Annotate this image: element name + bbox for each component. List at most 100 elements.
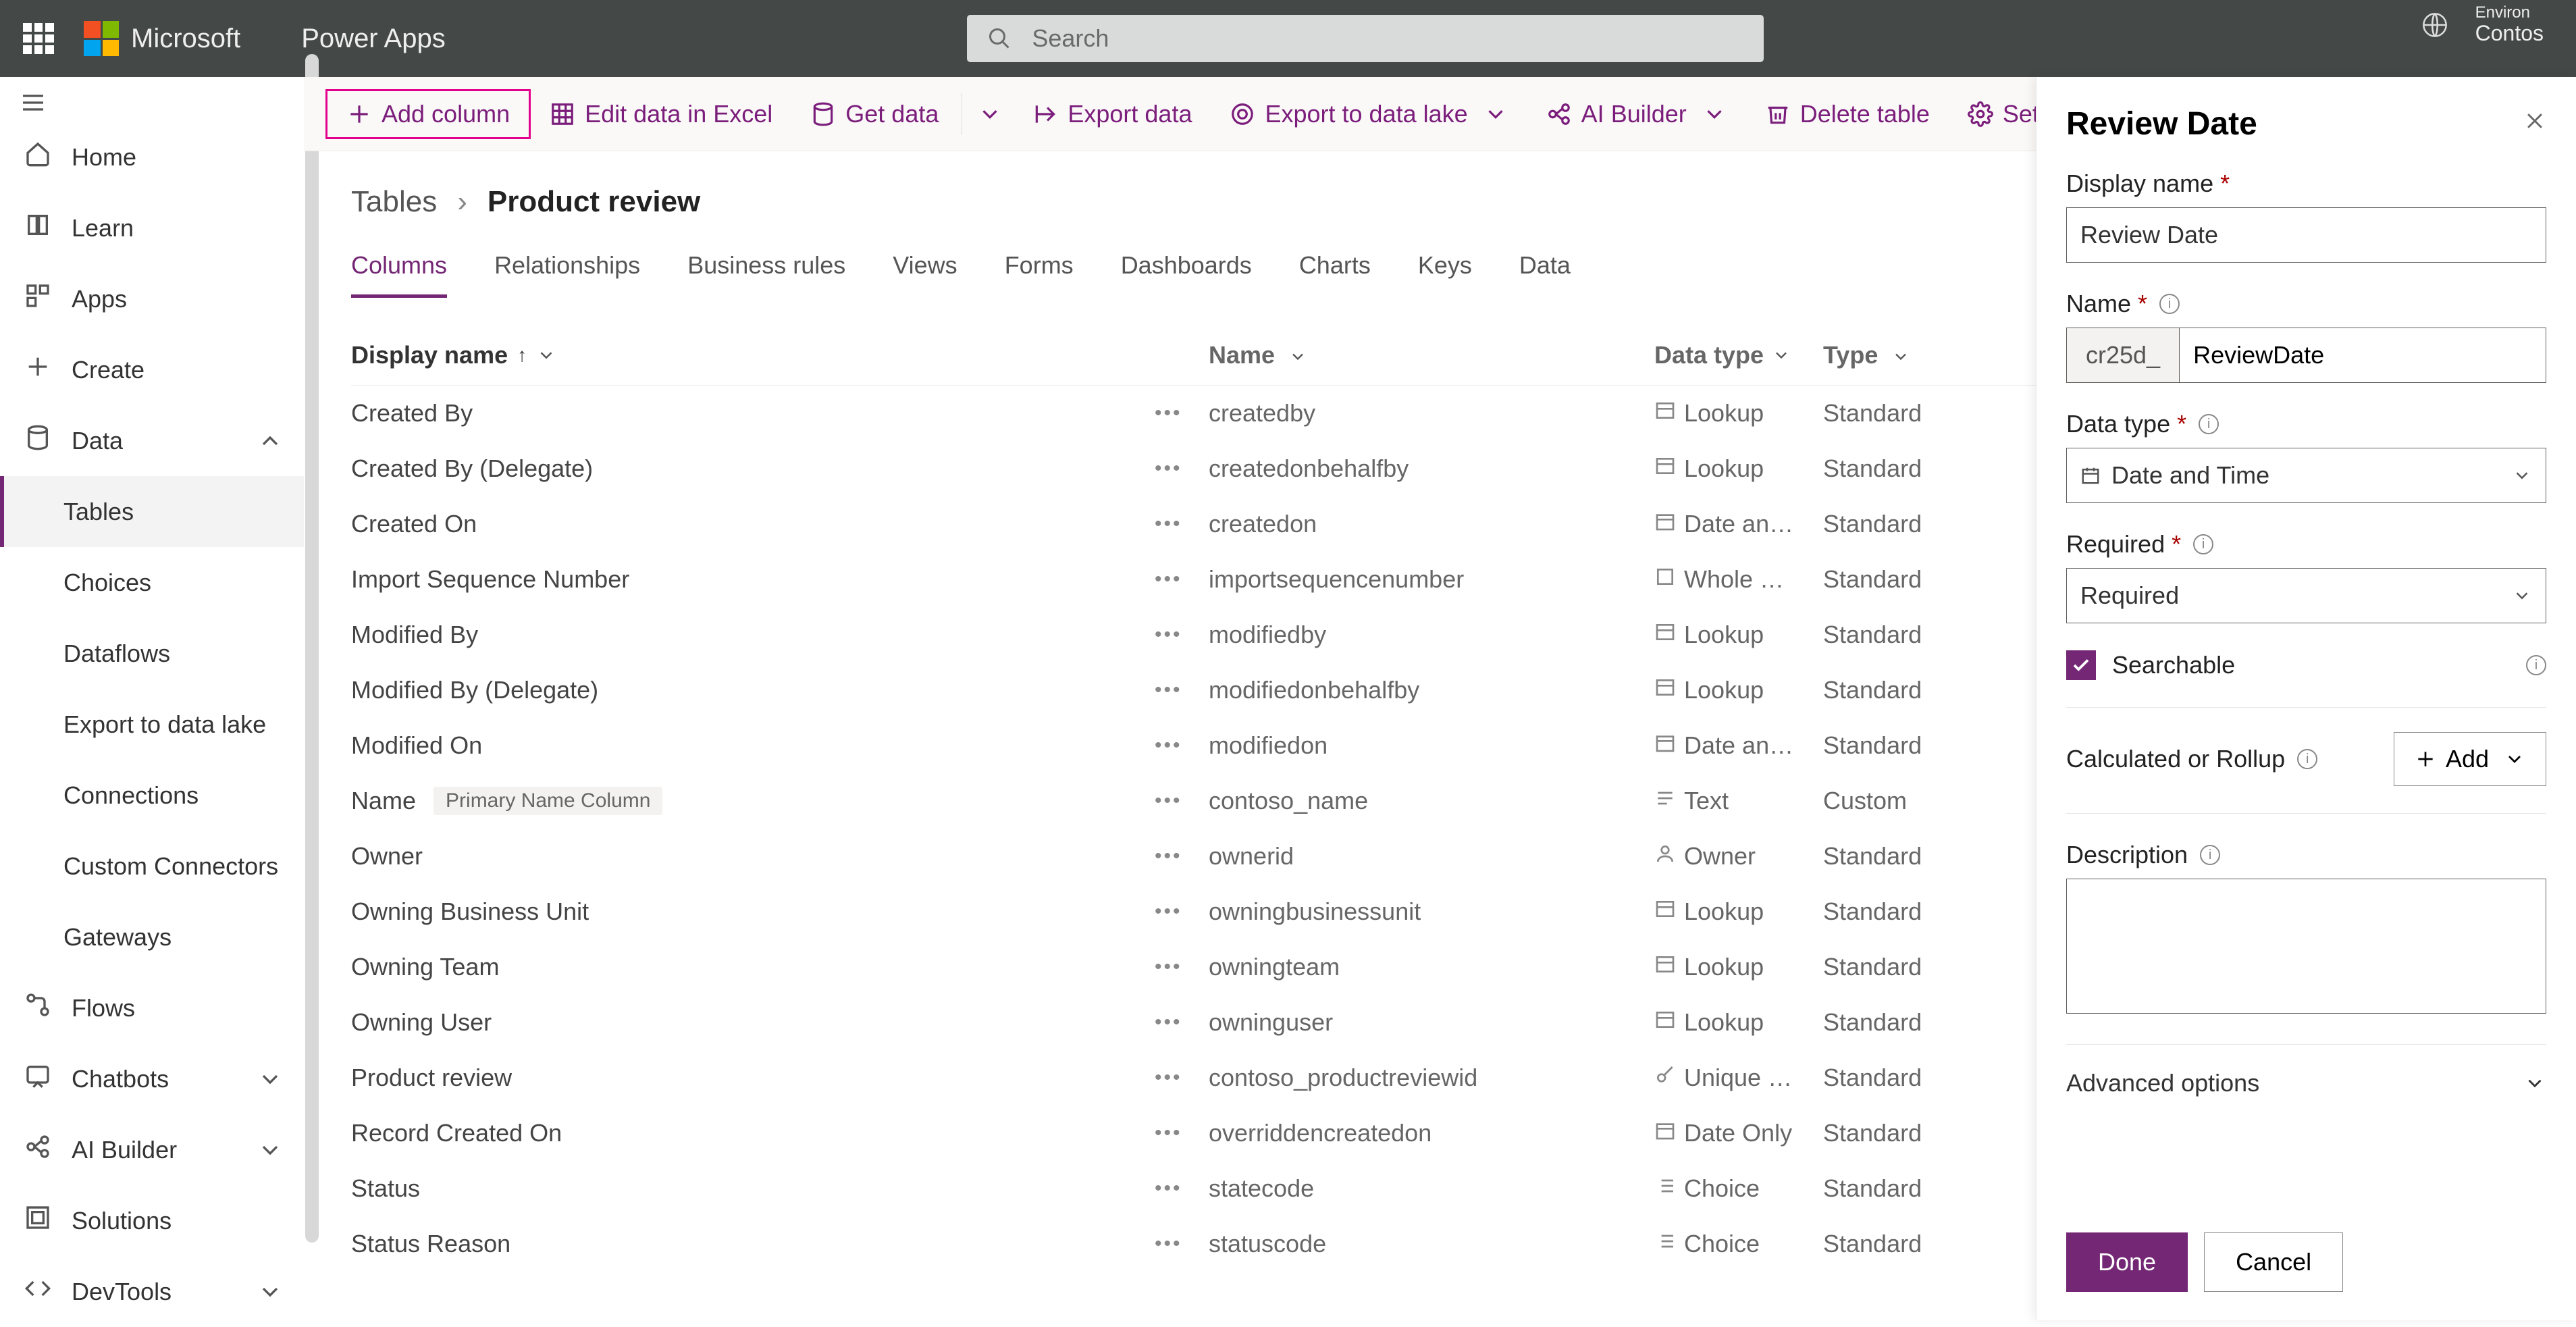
info-icon[interactable]: i — [2526, 655, 2546, 675]
waffle-icon[interactable] — [23, 23, 54, 54]
close-button[interactable] — [2523, 109, 2546, 139]
delete-table-button[interactable]: Delete table — [1746, 89, 1949, 139]
chevron-down-icon — [1702, 101, 1727, 127]
row-menu-button[interactable]: ••• — [1155, 1011, 1209, 1034]
solutions-icon — [24, 1204, 51, 1237]
nav-item-export-to-data-lake[interactable]: Export to data lake — [0, 689, 304, 760]
get-data-dropdown[interactable] — [966, 89, 1014, 139]
learn-icon — [24, 211, 51, 244]
breadcrumb-root[interactable]: Tables — [351, 185, 437, 219]
done-button[interactable]: Done — [2066, 1232, 2188, 1292]
datatype-icon — [1654, 953, 1676, 981]
tab-keys[interactable]: Keys — [1418, 251, 1472, 298]
row-menu-button[interactable]: ••• — [1155, 1066, 1209, 1089]
nav-label: Flows — [72, 994, 135, 1022]
tab-forms[interactable]: Forms — [1005, 251, 1074, 298]
tab-columns[interactable]: Columns — [351, 251, 447, 298]
left-nav: HomeLearnAppsCreateData Tables ChoicesData… — [0, 77, 304, 1320]
check-icon — [2071, 655, 2091, 675]
chevron-right-icon: › — [457, 185, 467, 219]
microsoft-label: Microsoft — [131, 24, 240, 54]
col-head-datatype[interactable]: Data type — [1654, 341, 1823, 369]
export-lake-label: Export to data lake — [1265, 100, 1467, 128]
export-data-label: Export data — [1068, 100, 1192, 128]
datatype-select[interactable]: Date and Time — [2066, 448, 2546, 503]
nav-label: Tables — [63, 498, 134, 526]
info-icon[interactable]: i — [2159, 294, 2180, 314]
col-head-name[interactable]: Name — [1209, 341, 1654, 369]
edit-excel-button[interactable]: Edit data in Excel — [531, 89, 791, 139]
datatype-icon — [1654, 1064, 1676, 1092]
cancel-button[interactable]: Cancel — [2204, 1232, 2343, 1292]
nav-item-tables[interactable]: Tables — [0, 476, 304, 547]
nav-label: Gateways — [63, 923, 172, 952]
get-data-label: Get data — [845, 100, 939, 128]
nav-item-learn[interactable]: Learn — [0, 192, 304, 263]
info-icon[interactable]: i — [2297, 749, 2317, 769]
add-column-button[interactable]: Add column — [325, 89, 531, 139]
col-head-type[interactable]: Type — [1823, 341, 2026, 369]
chevron-down-icon — [257, 1278, 284, 1305]
row-menu-button[interactable]: ••• — [1155, 1122, 1209, 1145]
col-head-display[interactable]: Display name ↑ — [351, 341, 1155, 369]
nav-item-dataflows[interactable]: Dataflows — [0, 618, 304, 689]
datatype-icon — [1654, 787, 1676, 815]
search-input[interactable]: Search — [967, 15, 1764, 62]
info-icon[interactable]: i — [2193, 534, 2213, 554]
description-textarea[interactable] — [2066, 879, 2546, 1014]
row-menu-button[interactable]: ••• — [1155, 845, 1209, 868]
row-menu-button[interactable]: ••• — [1155, 457, 1209, 480]
row-menu-button[interactable]: ••• — [1155, 900, 1209, 923]
description-label: Description — [2066, 841, 2188, 869]
row-menu-button[interactable]: ••• — [1155, 734, 1209, 757]
row-menu-button[interactable]: ••• — [1155, 623, 1209, 646]
tab-relationships[interactable]: Relationships — [494, 251, 640, 298]
ai-icon — [24, 1133, 51, 1166]
required-select[interactable]: Required — [2066, 568, 2546, 623]
nav-item-custom-connectors[interactable]: Custom Connectors — [0, 831, 304, 902]
row-menu-button[interactable]: ••• — [1155, 568, 1209, 591]
nav-item-devtools[interactable]: DevTools — [0, 1256, 304, 1327]
ai-builder-button[interactable]: AI Builder — [1527, 89, 1746, 139]
display-name-input[interactable] — [2066, 207, 2546, 263]
row-menu-button[interactable]: ••• — [1155, 402, 1209, 425]
export-lake-button[interactable]: Export to data lake — [1211, 89, 1527, 139]
nav-item-home[interactable]: Home — [0, 122, 304, 192]
datatype-icon — [1654, 454, 1676, 483]
tab-dashboards[interactable]: Dashboards — [1121, 251, 1252, 298]
nav-toggle-button[interactable] — [0, 84, 65, 122]
tab-views[interactable]: Views — [893, 251, 957, 298]
environment-picker[interactable]: Environ Contos — [2421, 4, 2544, 46]
nav-item-apps[interactable]: Apps — [0, 263, 304, 334]
row-menu-button[interactable]: ••• — [1155, 956, 1209, 979]
plus-icon — [346, 101, 372, 127]
name-input[interactable] — [2179, 328, 2546, 383]
row-menu-button[interactable]: ••• — [1155, 1177, 1209, 1200]
info-icon[interactable]: i — [2200, 845, 2220, 865]
tab-business-rules[interactable]: Business rules — [687, 251, 845, 298]
tab-charts[interactable]: Charts — [1299, 251, 1371, 298]
add-button[interactable]: Add — [2394, 732, 2546, 786]
tab-data[interactable]: Data — [1519, 251, 1571, 298]
nav-label: Connections — [63, 781, 199, 810]
nav-item-gateways[interactable]: Gateways — [0, 902, 304, 972]
nav-item-connections[interactable]: Connections — [0, 760, 304, 831]
nav-item-ai-builder[interactable]: AI Builder — [0, 1114, 304, 1185]
export-data-button[interactable]: Export data — [1014, 89, 1211, 139]
get-data-button[interactable]: Get data — [791, 89, 957, 139]
row-menu-button[interactable]: ••• — [1155, 1232, 1209, 1255]
info-icon[interactable]: i — [2199, 414, 2219, 434]
nav-item-flows[interactable]: Flows — [0, 972, 304, 1043]
nav-item-solutions[interactable]: Solutions — [0, 1185, 304, 1256]
gear-icon — [1968, 101, 1993, 127]
row-menu-button[interactable]: ••• — [1155, 679, 1209, 702]
nav-item-data[interactable]: Data — [0, 405, 304, 476]
searchable-checkbox[interactable] — [2066, 650, 2096, 680]
row-menu-button[interactable]: ••• — [1155, 513, 1209, 536]
row-menu-button[interactable]: ••• — [1155, 789, 1209, 812]
primary-name-badge: Primary Name Column — [433, 787, 662, 815]
advanced-options-toggle[interactable]: Advanced options — [2066, 1069, 2546, 1097]
nav-item-create[interactable]: Create — [0, 334, 304, 405]
nav-item-chatbots[interactable]: Chatbots — [0, 1043, 304, 1114]
nav-item-choices[interactable]: Choices — [0, 547, 304, 618]
